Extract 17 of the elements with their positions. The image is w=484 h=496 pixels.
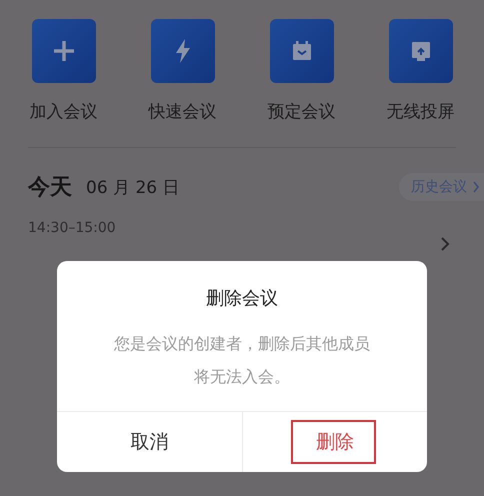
dialog-message: 您是会议的创建者，删除后其他成员将无法入会。	[113, 333, 371, 388]
action-label: 预定会议	[268, 101, 336, 124]
action-tile[interactable]	[150, 19, 214, 83]
delete-button[interactable]: 删除	[308, 425, 362, 459]
action-label: 加入会议	[30, 101, 98, 124]
day-heading: 今天	[28, 174, 72, 202]
date-label: 06 月 26 日	[86, 176, 180, 198]
cancel-button[interactable]: 取消	[122, 425, 176, 459]
action-label: 无线投屏	[386, 101, 454, 124]
action-tile[interactable]	[270, 19, 334, 83]
meeting-time: 14:30–15:00	[28, 220, 116, 236]
action-tile[interactable]	[32, 19, 96, 83]
chevron-icon[interactable]	[440, 236, 450, 252]
chevron-icon	[472, 181, 480, 193]
action-tile[interactable]	[388, 19, 452, 83]
dialog-title: 删除会议	[206, 287, 278, 311]
action-label: 快速会议	[148, 101, 216, 124]
